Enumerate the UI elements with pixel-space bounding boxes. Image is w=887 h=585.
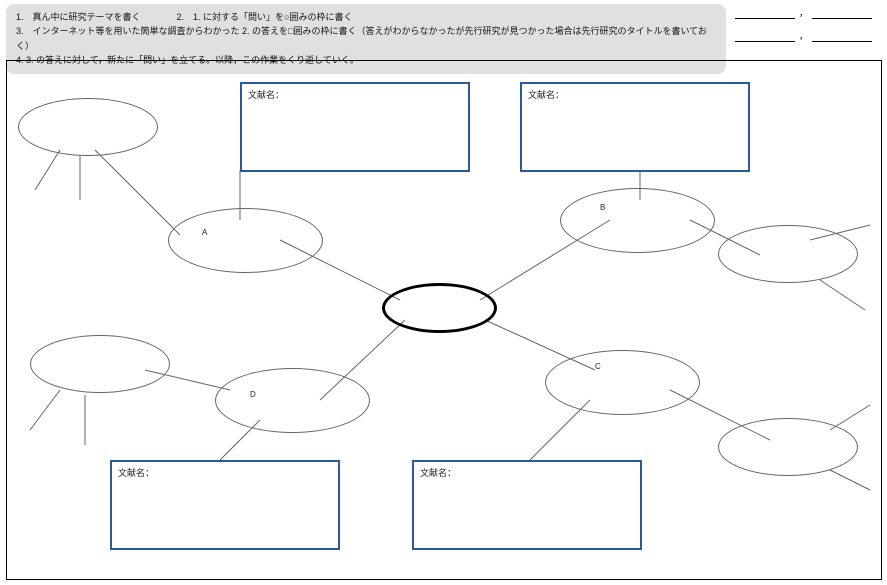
refbox-label: 文献名： xyxy=(528,90,564,100)
signature-sep: ， xyxy=(799,29,808,42)
reference-box-b[interactable]: 文献名： xyxy=(520,82,750,172)
outer-ellipse-b[interactable] xyxy=(718,225,858,283)
refbox-label: 文献名： xyxy=(420,468,456,478)
instruction-line-1: 1. 真ん中に研究テーマを書く 2. 1. に対する「問い」を○囲みの枠に書く xyxy=(16,10,716,24)
signature-line[interactable] xyxy=(812,7,872,19)
node-label-b: B xyxy=(600,203,605,212)
question-ellipse-c[interactable] xyxy=(545,350,700,415)
signature-area: ， ， xyxy=(735,6,883,42)
question-ellipse-b[interactable] xyxy=(560,188,715,253)
refbox-label: 文献名： xyxy=(248,90,284,100)
question-ellipse-a[interactable] xyxy=(168,208,323,273)
signature-line[interactable] xyxy=(735,30,795,42)
reference-box-d[interactable]: 文献名： xyxy=(110,460,340,550)
outer-ellipse-d[interactable] xyxy=(30,335,170,393)
outer-ellipse-c[interactable] xyxy=(718,418,858,476)
center-theme-ellipse[interactable] xyxy=(382,283,497,333)
signature-line[interactable] xyxy=(735,7,795,19)
node-label-a: A xyxy=(202,228,207,237)
signature-sep: ， xyxy=(799,6,808,19)
node-label-c: C xyxy=(595,362,601,371)
reference-box-a[interactable]: 文献名： xyxy=(240,82,470,172)
refbox-label: 文献名： xyxy=(118,468,154,478)
question-ellipse-d[interactable] xyxy=(215,368,370,433)
signature-line[interactable] xyxy=(812,30,872,42)
instruction-line-2: 3. インターネット等を用いた簡単な調査からわかった 2. の答えを□囲みの枠に… xyxy=(16,24,716,53)
outer-ellipse-a[interactable] xyxy=(18,98,158,156)
node-label-d: D xyxy=(250,390,256,399)
reference-box-c[interactable]: 文献名： xyxy=(412,460,642,550)
